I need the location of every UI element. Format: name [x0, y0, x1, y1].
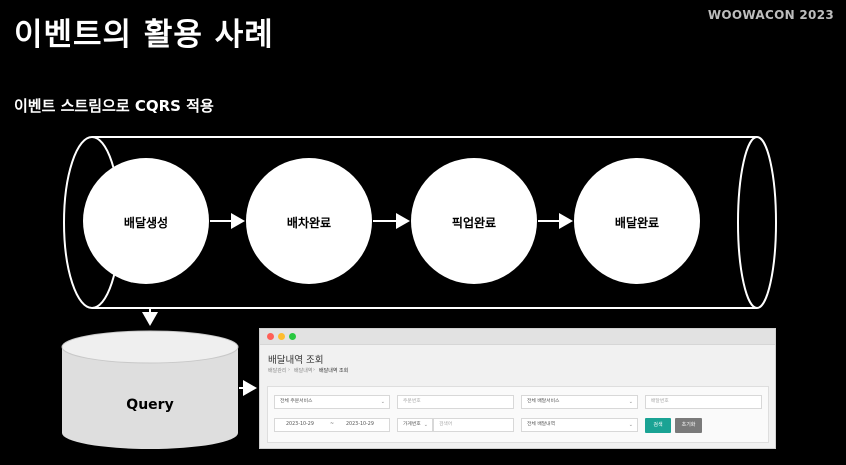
- order-service-select[interactable]: 전체 주문서비스 ⌄: [274, 395, 390, 409]
- breadcrumb-item-1[interactable]: 배달관리: [268, 367, 286, 374]
- close-icon[interactable]: [267, 333, 274, 340]
- event-label-2: 배차완료: [286, 216, 332, 230]
- database-label: Query: [126, 397, 174, 413]
- event-label-3: 픽업완료: [451, 216, 497, 230]
- event-label-4: 배달완료: [614, 216, 660, 230]
- breadcrumb-separator: ›: [313, 367, 315, 373]
- delivery-service-value: 전체 배달서비스: [527, 399, 560, 404]
- date-to: 2023-10-29: [346, 422, 374, 427]
- database-cylinder: [61, 330, 239, 449]
- zoom-icon[interactable]: [289, 333, 296, 340]
- date-from: 2023-10-29: [286, 422, 314, 427]
- delivery-number-input[interactable]: 배달번호: [645, 395, 762, 409]
- chevron-down-icon: ⌄: [628, 399, 633, 405]
- event-label-1: 배달생성: [123, 216, 169, 230]
- window-titlebar: [260, 329, 775, 345]
- reset-button[interactable]: 초기화: [675, 418, 702, 433]
- order-service-value: 전체 주문서비스: [280, 399, 313, 404]
- minimize-icon[interactable]: [278, 333, 285, 340]
- breadcrumb-separator: ›: [288, 367, 290, 373]
- store-type-select[interactable]: 가게번호 ⌄: [397, 418, 433, 432]
- store-search-input[interactable]: 검색어: [433, 418, 514, 432]
- search-form: 전체 주문서비스 ⌄ 주문번호 전체 배달서비스 ⌄ 배달번호 2023-10-…: [267, 386, 769, 443]
- breadcrumb-item-3: 배달내역 조회: [319, 368, 349, 374]
- breadcrumb-item-2[interactable]: 배달내역: [294, 367, 312, 374]
- store-type-value: 가게번호: [403, 422, 421, 427]
- delivery-service-select[interactable]: 전체 배달서비스 ⌄: [521, 395, 638, 409]
- delivery-history-window: 배달내역 조회 배달관리 › 배달내역 › 배달내역 조회 전체 주문서비스 ⌄…: [259, 328, 776, 449]
- chevron-down-icon: ⌄: [423, 422, 428, 428]
- date-range-input[interactable]: 2023-10-29 ~ 2023-10-29: [274, 418, 390, 432]
- delivery-history-value: 전체 배달내역: [527, 422, 556, 427]
- delivery-history-select[interactable]: 전체 배달내역 ⌄: [521, 418, 638, 432]
- page-title: 배달내역 조회: [268, 355, 324, 366]
- search-button[interactable]: 검색: [645, 418, 671, 433]
- chevron-down-icon: ⌄: [628, 422, 633, 428]
- chevron-down-icon: ⌄: [380, 399, 385, 405]
- date-separator: ~: [330, 422, 335, 427]
- order-number-input[interactable]: 주문번호: [397, 395, 514, 409]
